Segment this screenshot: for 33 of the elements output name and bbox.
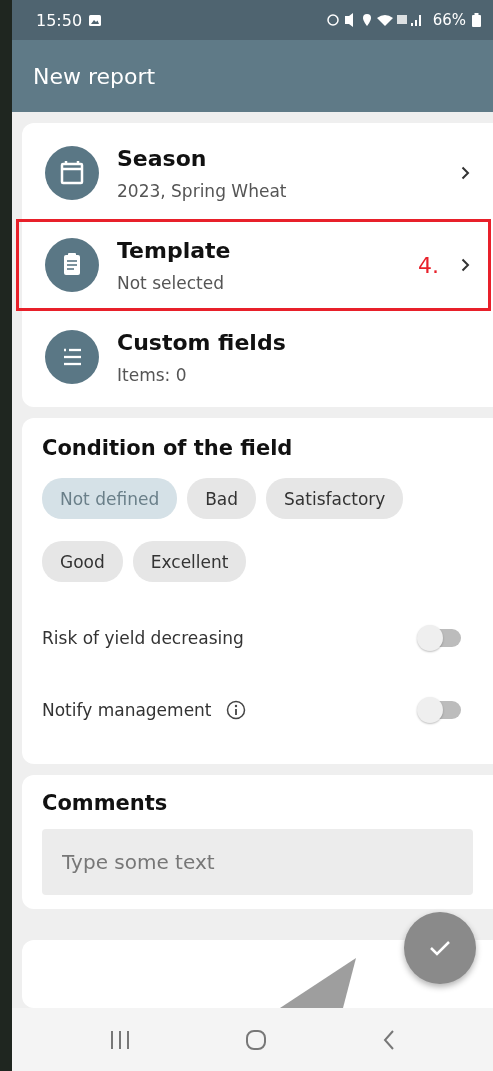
row-title: Season: [117, 145, 208, 171]
checkmark-icon: [429, 940, 451, 956]
clipboard-icon: [45, 238, 99, 292]
comment-input-field[interactable]: Type some text: [42, 829, 473, 895]
row-title: Custom fields: [117, 329, 287, 355]
section-title: Condition of the field: [42, 436, 294, 460]
row-title: Template: [117, 237, 232, 263]
toggle-label: Risk of yield decreasing: [42, 628, 244, 648]
image-icon: [88, 13, 103, 27]
recent-apps-icon[interactable]: [109, 1029, 132, 1050]
condition-chip[interactable]: Good: [42, 541, 123, 582]
menu-row[interactable]: Template Not selected 4.: [16, 219, 491, 311]
screen-title: New report: [33, 63, 156, 89]
info-icon[interactable]: [225, 700, 246, 720]
condition-chip[interactable]: Excellent: [132, 541, 247, 582]
menu-row[interactable]: Season 2023, Spring Wheat: [22, 127, 491, 219]
clock-time: 15:50: [36, 10, 83, 30]
home-icon[interactable]: [245, 1028, 268, 1051]
condition-chip[interactable]: Bad: [187, 478, 257, 519]
condition-chip[interactable]: Satisfactory: [266, 478, 404, 519]
confirm-button[interactable]: [404, 912, 476, 984]
section-title: Comments: [42, 791, 169, 815]
row-subtitle: 2023, Spring Wheat: [117, 180, 288, 201]
toggle-label: Notify management: [42, 700, 212, 720]
battery-icon: [472, 13, 481, 27]
row-subtitle: Items: 0: [117, 364, 188, 385]
menu-row[interactable]: Custom fields Items: 0: [22, 311, 491, 403]
calendar-icon: [45, 146, 99, 200]
battery-level: 66%: [432, 11, 466, 29]
annotation-number: 4.: [418, 252, 439, 278]
list-icon: [45, 330, 99, 384]
back-icon[interactable]: [381, 1028, 396, 1051]
row-subtitle: Not selected: [117, 272, 225, 293]
